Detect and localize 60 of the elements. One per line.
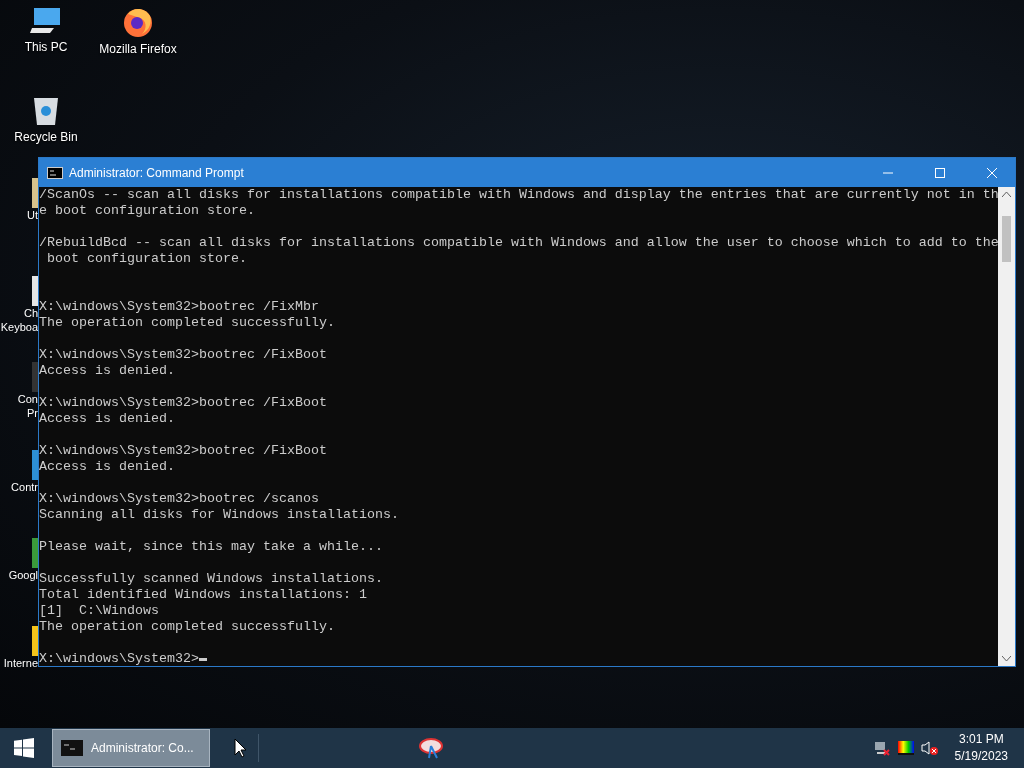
console-line: Please wait, since this may take a while... — [39, 539, 384, 555]
firefox-icon — [122, 6, 154, 38]
scroll-down-icon[interactable] — [1002, 656, 1011, 662]
console-icon — [47, 166, 63, 179]
scroll-up-icon[interactable] — [1002, 191, 1011, 197]
console-line: The operation completed successfully. — [39, 315, 336, 331]
icon-label: Pr — [27, 406, 38, 420]
clock[interactable]: 3:01 PM 5/19/2023 — [954, 731, 1008, 765]
console-line: X:\windows\System32>bootrec /scanos — [39, 491, 320, 507]
console-line: Access is denied. — [39, 411, 176, 427]
network-error-icon[interactable] — [872, 740, 891, 756]
icon-label: Mozilla Firefox — [99, 42, 177, 56]
windows-logo-icon — [14, 738, 34, 758]
icon-label: Interne — [3, 656, 38, 670]
mouse-pointer-icon — [234, 738, 246, 758]
display-icon[interactable] — [896, 740, 915, 756]
console-line: Scanning all disks for Windows installations. — [39, 507, 400, 523]
computer-icon — [30, 6, 62, 36]
close-icon — [987, 167, 997, 178]
console-line: X:\windows\System32>bootrec /FixBoot — [39, 347, 328, 363]
window-title: Administrator: Command Prompt — [69, 165, 245, 180]
icon-label: Googl — [8, 568, 38, 582]
console-line: Total identified Windows installations: 1 — [39, 587, 368, 603]
text-cursor — [198, 657, 207, 661]
icon-label: Recycle Bin — [14, 130, 78, 144]
icon-label: Ut — [27, 208, 38, 222]
console-line: X:\windows\System32>bootrec /FixBoot — [39, 443, 328, 459]
app-icon — [32, 362, 38, 392]
app-icon — [32, 276, 38, 306]
app-icon — [32, 178, 38, 208]
console-line: The operation completed successfully. — [39, 619, 336, 635]
scroll-thumb[interactable] — [1002, 216, 1011, 262]
app-icon — [32, 538, 38, 568]
icon-label: Keyboa — [0, 320, 38, 334]
console-line: boot configuration store. — [46, 251, 248, 267]
console-line: [1] C:\Windows — [39, 603, 160, 619]
icon-label: This PC — [24, 40, 68, 54]
clock-time: 3:01 PM — [958, 731, 1004, 748]
console-line: /ScanOs -- scan all disks for installations compatible with Windows and display the entries that are currently not in th — [39, 187, 998, 203]
app-icon — [32, 626, 38, 656]
console-line: Access is denied. — [39, 363, 176, 379]
clock-date: 5/19/2023 — [954, 748, 1008, 765]
console-prompt: X:\windows\System32> — [39, 651, 199, 666]
icon-label: Contr — [11, 480, 38, 494]
console-line: Successfully scanned Windows installations. — [39, 571, 384, 587]
muted-speaker-icon[interactable] — [920, 740, 939, 756]
console-line: X:\windows\System32>bootrec /FixMbr — [39, 299, 320, 315]
maximize-icon — [935, 167, 945, 178]
app-icon — [32, 450, 38, 480]
desktop-icon[interactable]: Recycle Bin — [8, 94, 84, 144]
console-line: Access is denied. — [39, 459, 176, 475]
console-line: X:\windows\System32>bootrec /FixBoot — [39, 395, 328, 411]
icon-label: Con — [17, 392, 38, 406]
scrollbar[interactable] — [998, 187, 1015, 666]
desktop-icon[interactable]: This PC — [8, 6, 84, 54]
desktop-icon[interactable]: Mozilla Firefox — [100, 6, 176, 56]
console-icon — [61, 740, 83, 756]
icon-label: Ch — [23, 306, 38, 320]
console-line: /RebuildBcd -- scan all disks for installations compatible with Windows and allow the user to choose which to add to the — [39, 235, 998, 251]
console-line: e boot configuration store. — [39, 203, 256, 219]
